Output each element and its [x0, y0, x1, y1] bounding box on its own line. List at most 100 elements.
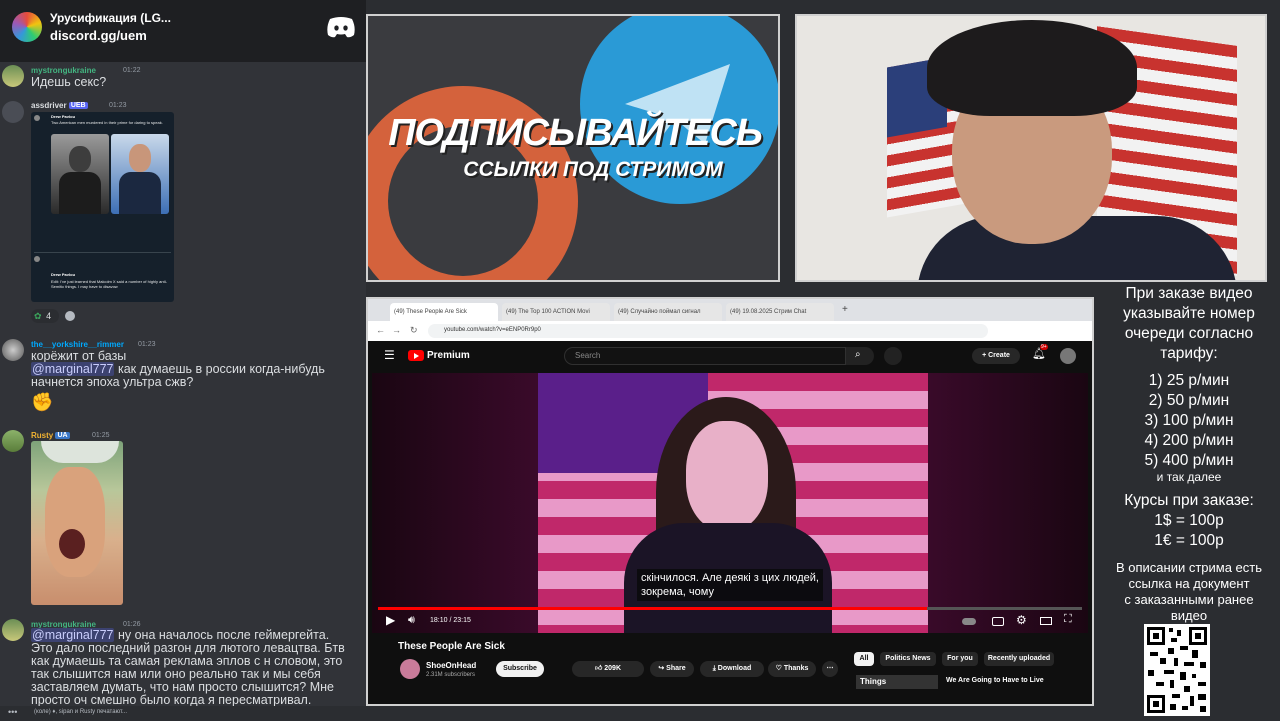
mic-icon[interactable] — [884, 347, 902, 365]
subtitle-line: зокрема, чому — [641, 586, 714, 598]
url-field[interactable]: youtube.com/watch?v=eENP0Rr9p0 — [428, 324, 988, 338]
menu-icon[interactable]: ☰ — [384, 348, 395, 362]
tweet-author: Drew Pavlou — [51, 272, 76, 277]
play-icon[interactable]: ▶ — [386, 613, 395, 627]
timestamp: 01:25 — [92, 432, 110, 439]
info-etc: и так далее — [1156, 470, 1222, 484]
chip-all[interactable]: All — [854, 652, 874, 666]
username-text[interactable]: Rusty — [31, 431, 53, 440]
recommended-thumbnail[interactable]: Things — [856, 675, 938, 689]
info-text: с заказанными ранее — [1124, 592, 1254, 607]
avatar[interactable] — [2, 101, 24, 123]
subscribe-button[interactable]: Subscribe — [496, 661, 544, 677]
chip-politics-news[interactable]: Politics News — [880, 652, 936, 666]
tweet-text: Two American men murdered in their prime… — [51, 120, 163, 125]
settings-gear-icon[interactable]: ⚙ — [1016, 613, 1027, 627]
subscriber-count: 2.31M subscribers — [426, 672, 476, 678]
progress-bar[interactable] — [378, 607, 1082, 610]
person-hair — [927, 20, 1137, 116]
info-text: видео — [1170, 608, 1208, 623]
youtube-logo-text: Premium — [427, 350, 470, 361]
reaction-chip[interactable]: ✿ 4 — [31, 309, 59, 323]
notification-count: 9+ — [1040, 344, 1048, 350]
browser-tab[interactable]: (49) 19.08.2025 Стрим Chat — [726, 303, 834, 321]
more-actions-icon[interactable]: ⋯ — [822, 661, 838, 677]
add-reaction-icon[interactable] — [65, 311, 75, 321]
message-text: просто оч смешно было когда я пересматри… — [31, 693, 312, 707]
subtitle-box: скінчилося. Але деякі з цих людей, зокре… — [372, 569, 1088, 601]
promo-panel: ПОДПИСЫВАЙТЕСЬ ССЫЛКИ ПОД СТРИМОМ — [366, 14, 780, 282]
typing-indicator: (коле) ♦, sipan и Rusty печатают... — [34, 709, 128, 715]
browser-tab[interactable]: (49) The Top 100 ACTION Movi — [502, 303, 610, 321]
discord-header: Урусификация (LG... discord.gg/uem — [0, 0, 366, 62]
user-mention[interactable]: @marginal777 — [31, 628, 115, 642]
theater-mode-icon[interactable] — [1040, 617, 1052, 625]
rate-item: 4) 200 р/мин — [1144, 432, 1234, 449]
person-face — [686, 421, 768, 531]
autoplay-toggle[interactable] — [962, 618, 976, 625]
volume-icon[interactable]: 🔊︎ — [408, 614, 415, 627]
info-text: очереди согласно — [1124, 325, 1254, 342]
typing-bar: ••• (коле) ♦, sipan и Rusty печатают... — [0, 706, 366, 720]
message-text: как думаешь та самая реклама эплов с н с… — [31, 654, 343, 668]
create-button[interactable]: + Create — [972, 348, 1020, 364]
search-button[interactable]: ⌕ — [846, 347, 874, 365]
share-button[interactable]: ↪ Share — [650, 661, 694, 677]
avatar[interactable] — [2, 430, 24, 452]
avatar[interactable] — [2, 619, 24, 641]
like-icon: 👍︎ — [595, 665, 605, 672]
qr-code[interactable] — [1144, 624, 1210, 716]
subtitle-line: скінчилося. Але деякі з цих людей, — [641, 572, 819, 584]
thanks-button[interactable]: ♡ Thanks — [768, 661, 816, 677]
browser-tab[interactable]: (49) These People Are Sick — [390, 303, 498, 321]
video-player[interactable]: скінчилося. Але деякі з цих людей, зокре… — [372, 373, 1088, 633]
username[interactable]: the__yorkshire__rimmer — [31, 340, 124, 349]
forward-icon[interactable]: → — [392, 325, 401, 335]
back-icon[interactable]: ← — [376, 325, 385, 335]
new-tab-icon[interactable]: + — [842, 304, 848, 315]
progress-fill — [378, 607, 928, 610]
youtube-header: ☰ Premium Search ⌕ + Create 🔔︎ 9+ — [368, 341, 1092, 371]
message-text: Идешь секс? — [31, 75, 107, 89]
rate-item: 1) 25 р/мин — [1148, 372, 1230, 389]
message-text: начнется эпоха ультра сжв? — [31, 375, 194, 389]
chip-recently-uploaded[interactable]: Recently uploaded — [984, 652, 1054, 666]
like-button[interactable]: 👍︎ 209K — [572, 661, 644, 677]
user-mention[interactable]: @marginal777 — [31, 362, 115, 376]
message-text: @marginal777 как думаешь в россии когда-… — [31, 362, 325, 376]
account-avatar[interactable] — [1060, 348, 1076, 364]
thanks-icon: ♡ — [775, 665, 784, 672]
chip-for-you[interactable]: For you — [942, 652, 978, 666]
channel-avatar[interactable] — [400, 659, 420, 679]
username[interactable]: Rusty UA — [31, 431, 70, 440]
search-input[interactable]: Search — [564, 347, 846, 365]
username[interactable]: assdriver UEB — [31, 101, 88, 110]
rate-item: 3) 100 р/мин — [1144, 412, 1234, 429]
youtube-logo-icon[interactable] — [408, 350, 424, 361]
recommended-title[interactable]: We Are Going to Have to Live — [946, 677, 1044, 684]
avatar[interactable] — [2, 339, 24, 361]
share-icon: ↪ — [658, 665, 667, 672]
reaction-count: 4 — [46, 311, 52, 321]
reaction-emoji-icon: ✿ — [34, 311, 42, 321]
browser-tab[interactable]: (49) Случайно поймал сигнал — [614, 303, 722, 321]
promo-subtitle: ССЫЛКИ ПОД СТРИМОМ — [463, 158, 723, 181]
download-button[interactable]: ⤓ Download — [700, 661, 764, 677]
fullscreen-icon[interactable]: ⛶ — [1064, 613, 1072, 626]
info-text: В описании стрима есть — [1115, 560, 1263, 575]
reload-icon[interactable]: ↻ — [410, 325, 418, 336]
username-text[interactable]: assdriver — [31, 101, 67, 110]
server-icon[interactable] — [12, 12, 42, 42]
message-text: заставляем думать, что нам просто слышит… — [31, 680, 334, 694]
webcam-feed — [795, 14, 1267, 282]
courses-title: Курсы при заказе: — [1124, 492, 1254, 509]
avatar[interactable] — [2, 65, 24, 87]
tweet-screenshot[interactable]: Drew Pavlou Two American men murdered in… — [31, 112, 174, 302]
gif-image[interactable] — [31, 441, 123, 605]
channel-name[interactable]: ShoeOnHead — [426, 661, 476, 670]
username[interactable]: mystrongukraine — [31, 66, 96, 75]
tweet-avatar — [34, 115, 40, 121]
captions-icon[interactable] — [992, 617, 1004, 626]
server-invite-link[interactable]: discord.gg/uem — [50, 28, 147, 43]
role-badge: UEB — [68, 102, 88, 110]
